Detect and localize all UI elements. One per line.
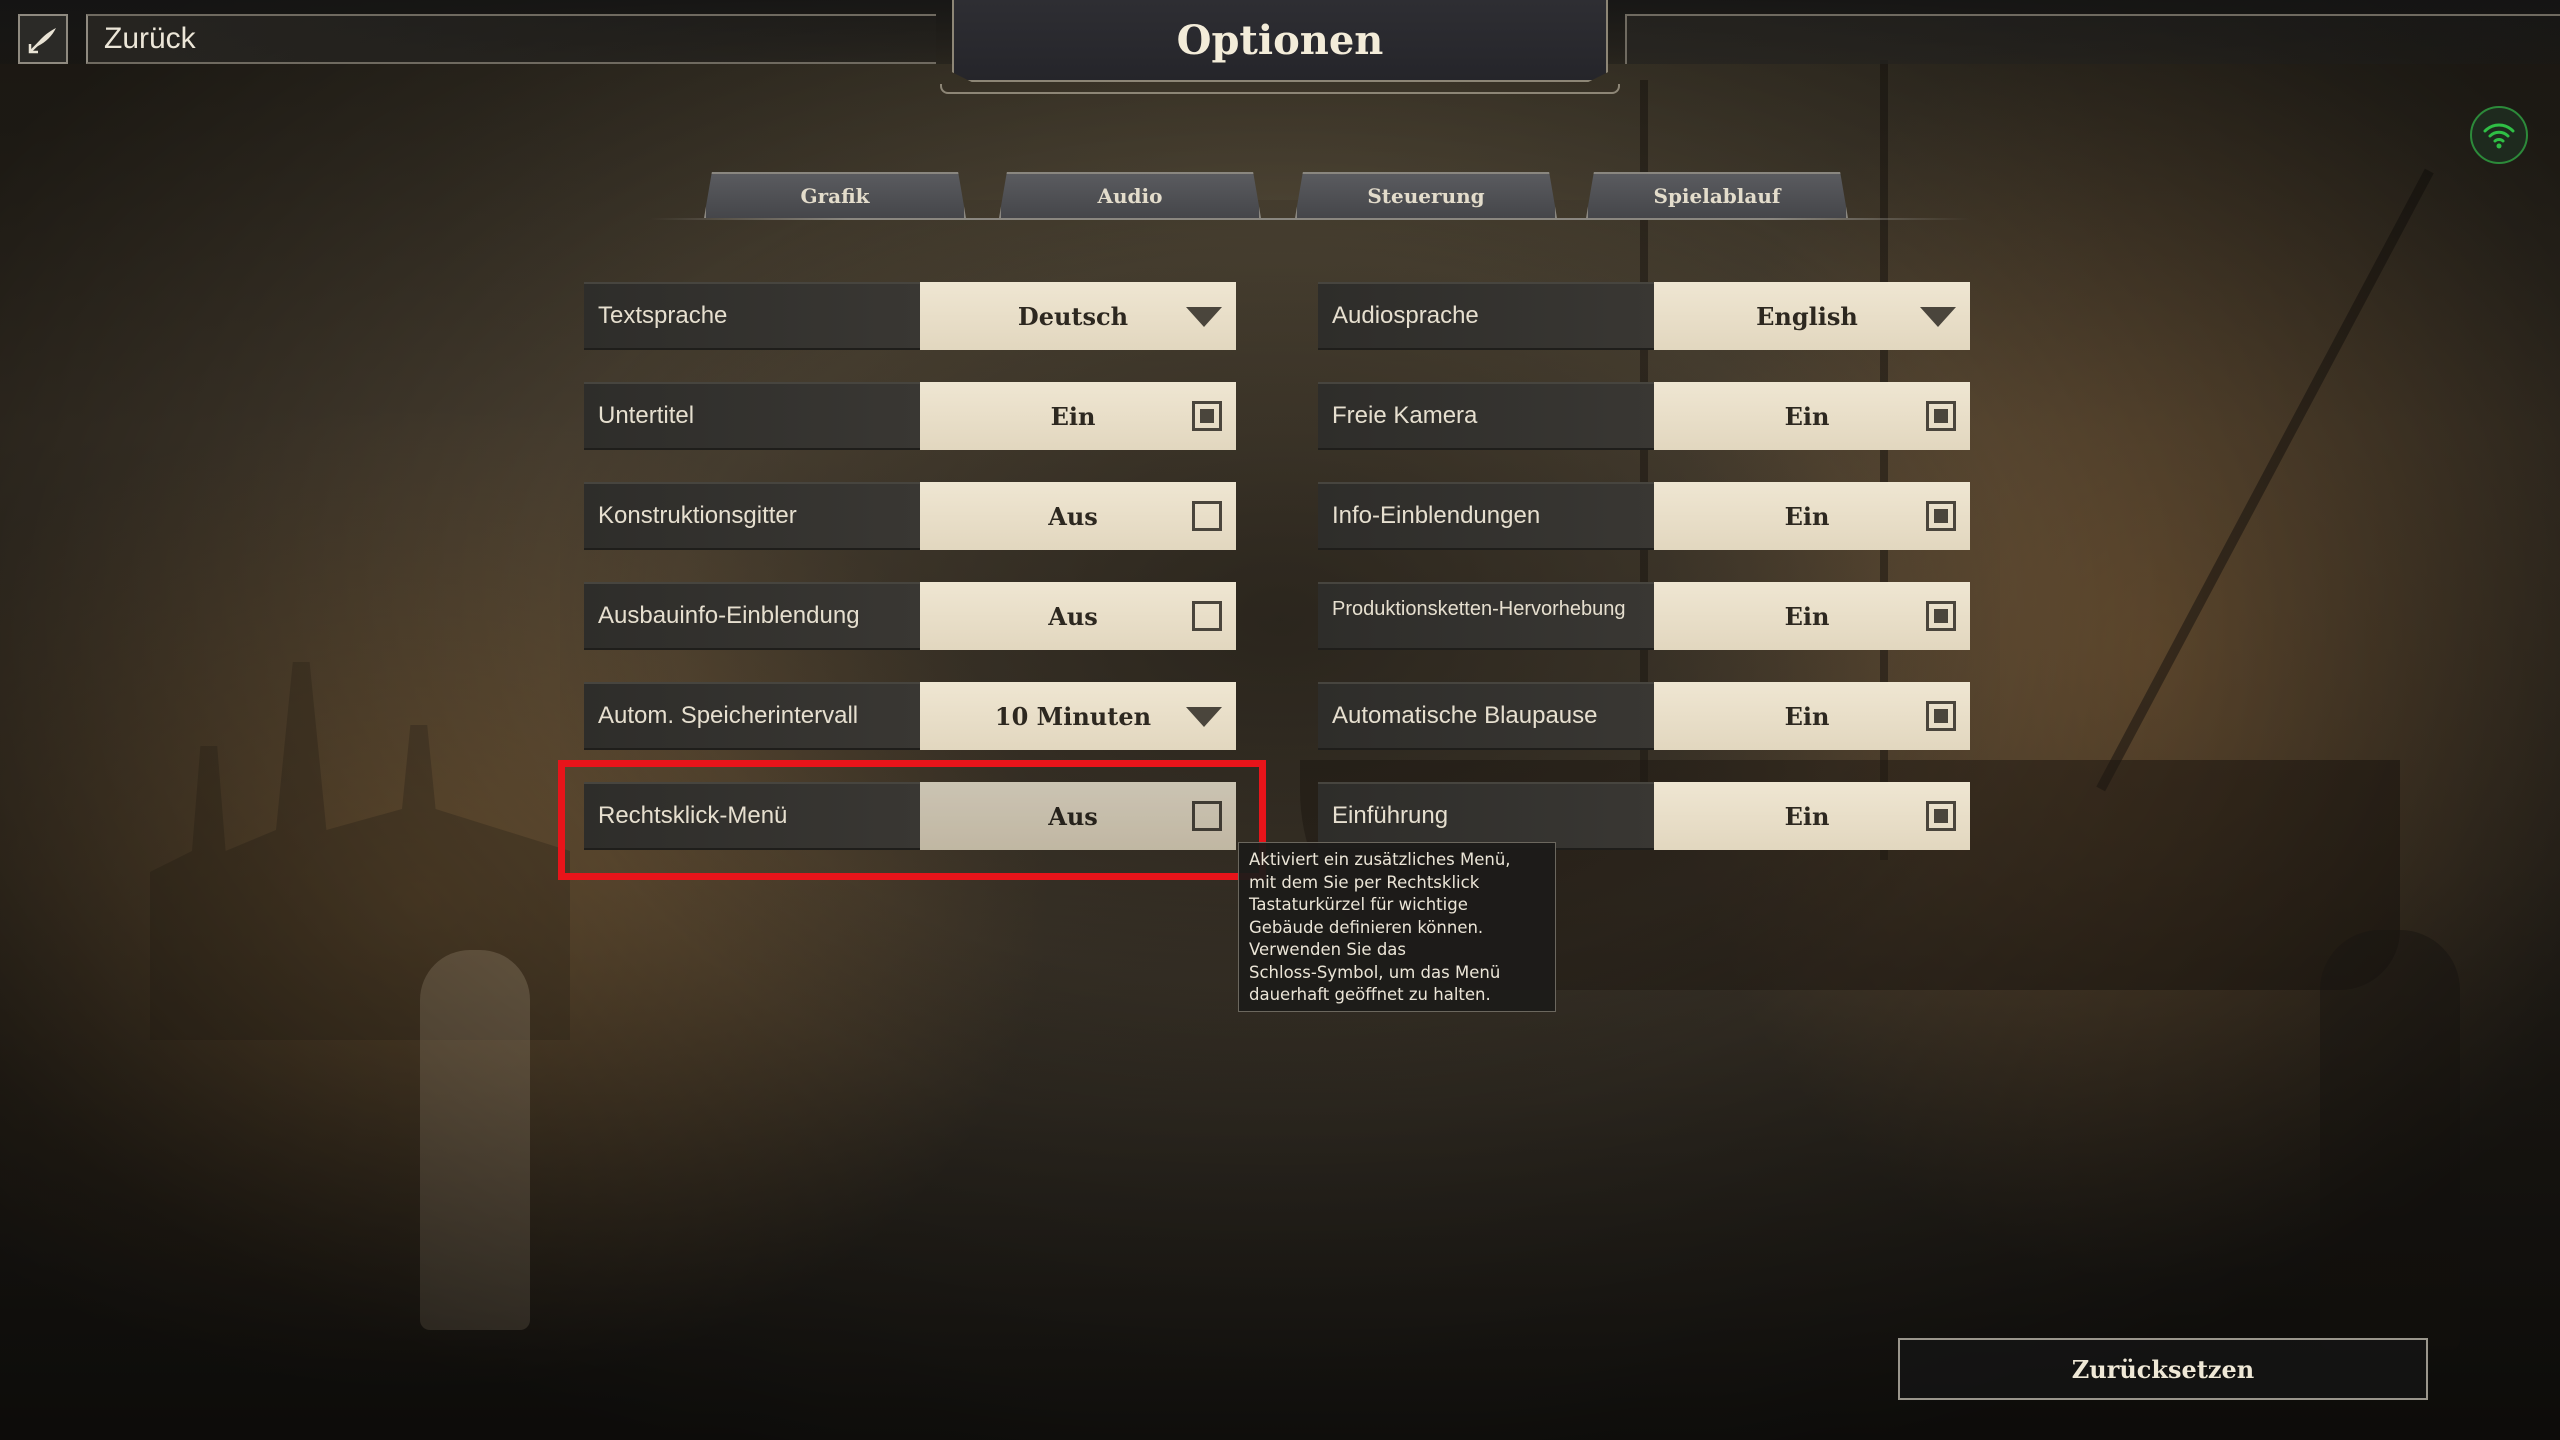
setting-row-freie-kamera: Freie Kamera Ein: [1318, 382, 1970, 450]
setting-label: Textsprache: [584, 282, 920, 350]
blaupause-toggle[interactable]: Ein: [1654, 682, 1970, 750]
checkbox-checked[interactable]: [1926, 801, 1956, 831]
setting-value: Ein: [1050, 401, 1096, 431]
tab-label: Audio: [1097, 184, 1163, 208]
setting-label: Produktionsketten-Hervorhebung: [1318, 582, 1654, 650]
ausbauinfo-toggle[interactable]: Aus: [920, 582, 1236, 650]
setting-label: Untertitel: [584, 382, 920, 450]
setting-value: Aus: [1048, 601, 1098, 631]
city-silhouette-decoration: [150, 662, 570, 1040]
back-button-icon[interactable]: [18, 14, 68, 64]
einfuehrung-toggle[interactable]: Ein: [1654, 782, 1970, 850]
setting-label: Autom. Speicherintervall: [584, 682, 920, 750]
tab-grafik[interactable]: Grafik: [704, 172, 966, 218]
setting-row-produktionsketten: Produktionsketten-Hervorhebung Ein: [1318, 582, 1970, 650]
tab-label: Spielablauf: [1653, 184, 1781, 208]
checkbox-checked[interactable]: [1926, 501, 1956, 531]
audiosprache-dropdown[interactable]: English: [1654, 282, 1970, 350]
reset-label: Zurücksetzen: [2071, 1354, 2255, 1384]
wifi-icon: [2483, 123, 2515, 149]
setting-row-einfuehrung: Einführung Ein: [1318, 782, 1970, 850]
setting-row-blaupause: Automatische Blaupause Ein: [1318, 682, 1970, 750]
setting-value: English: [1756, 301, 1858, 331]
figure-silhouette-decoration: [420, 950, 530, 1330]
ship-mast-decoration: [2096, 168, 2434, 792]
setting-label: Freie Kamera: [1318, 382, 1654, 450]
setting-value: Aus: [1048, 501, 1098, 531]
setting-label: Ausbauinfo-Einblendung: [584, 582, 920, 650]
textsprache-dropdown[interactable]: Deutsch: [920, 282, 1236, 350]
chevron-down-icon: [1186, 707, 1222, 727]
setting-value: 10 Minuten: [994, 701, 1152, 731]
reset-button[interactable]: Zurücksetzen: [1898, 1338, 2428, 1400]
tooltip: Aktiviert ein zusätzliches Menü, mit dem…: [1238, 842, 1556, 1012]
quill-back-icon: [28, 28, 56, 54]
speicherintervall-dropdown[interactable]: 10 Minuten: [920, 682, 1236, 750]
setting-label: Info-Einblendungen: [1318, 482, 1654, 550]
setting-row-untertitel: Untertitel Ein: [584, 382, 1236, 450]
setting-row-textsprache: Textsprache Deutsch: [584, 282, 1236, 350]
checkbox-unchecked[interactable]: [1192, 601, 1222, 631]
tab-steuerung[interactable]: Steuerung: [1295, 172, 1557, 218]
chevron-down-icon: [1186, 307, 1222, 327]
back-button[interactable]: Zurück: [86, 14, 936, 64]
network-status[interactable]: [2470, 106, 2528, 164]
tabs-divider: [650, 218, 1970, 220]
highlight-box: [558, 760, 1266, 880]
chevron-down-icon: [1920, 307, 1956, 327]
vignette: [0, 0, 2560, 1440]
untertitel-toggle[interactable]: Ein: [920, 382, 1236, 450]
checkbox-checked[interactable]: [1926, 401, 1956, 431]
setting-value: Deutsch: [1017, 301, 1129, 331]
tab-label: Grafik: [800, 184, 870, 208]
konstruktionsgitter-toggle[interactable]: Aus: [920, 482, 1236, 550]
info-einblendungen-toggle[interactable]: Ein: [1654, 482, 1970, 550]
checkbox-checked[interactable]: [1926, 601, 1956, 631]
setting-label: Konstruktionsgitter: [584, 482, 920, 550]
tab-audio[interactable]: Audio: [999, 172, 1261, 218]
checkbox-checked[interactable]: [1192, 401, 1222, 431]
page-title: Optionen: [1176, 16, 1384, 64]
freie-kamera-toggle[interactable]: Ein: [1654, 382, 1970, 450]
setting-row-info-einblendungen: Info-Einblendungen Ein: [1318, 482, 1970, 550]
title-plate: Optionen: [952, 0, 1608, 82]
figure-silhouette-decoration: [2320, 930, 2460, 1350]
checkbox-unchecked[interactable]: [1192, 501, 1222, 531]
setting-value: Ein: [1784, 801, 1830, 831]
title-frame: [940, 84, 1620, 94]
setting-label: Automatische Blaupause: [1318, 682, 1654, 750]
setting-value: Ein: [1784, 701, 1830, 731]
back-label: Zurück: [104, 22, 196, 55]
setting-value: Ein: [1784, 401, 1830, 431]
top-bar-right-frame: [1625, 14, 2560, 64]
setting-label: Einführung: [1318, 782, 1654, 850]
setting-row-speicherintervall: Autom. Speicherintervall 10 Minuten: [584, 682, 1236, 750]
setting-row-audiosprache: Audiosprache English: [1318, 282, 1970, 350]
setting-label: Audiosprache: [1318, 282, 1654, 350]
produktionsketten-toggle[interactable]: Ein: [1654, 582, 1970, 650]
setting-row-konstruktionsgitter: Konstruktionsgitter Aus: [584, 482, 1236, 550]
setting-row-ausbauinfo: Ausbauinfo-Einblendung Aus: [584, 582, 1236, 650]
setting-value: Ein: [1784, 501, 1830, 531]
setting-value: Ein: [1784, 601, 1830, 631]
checkbox-checked[interactable]: [1926, 701, 1956, 731]
tab-spielablauf[interactable]: Spielablauf: [1586, 172, 1848, 218]
tab-label: Steuerung: [1367, 184, 1485, 208]
